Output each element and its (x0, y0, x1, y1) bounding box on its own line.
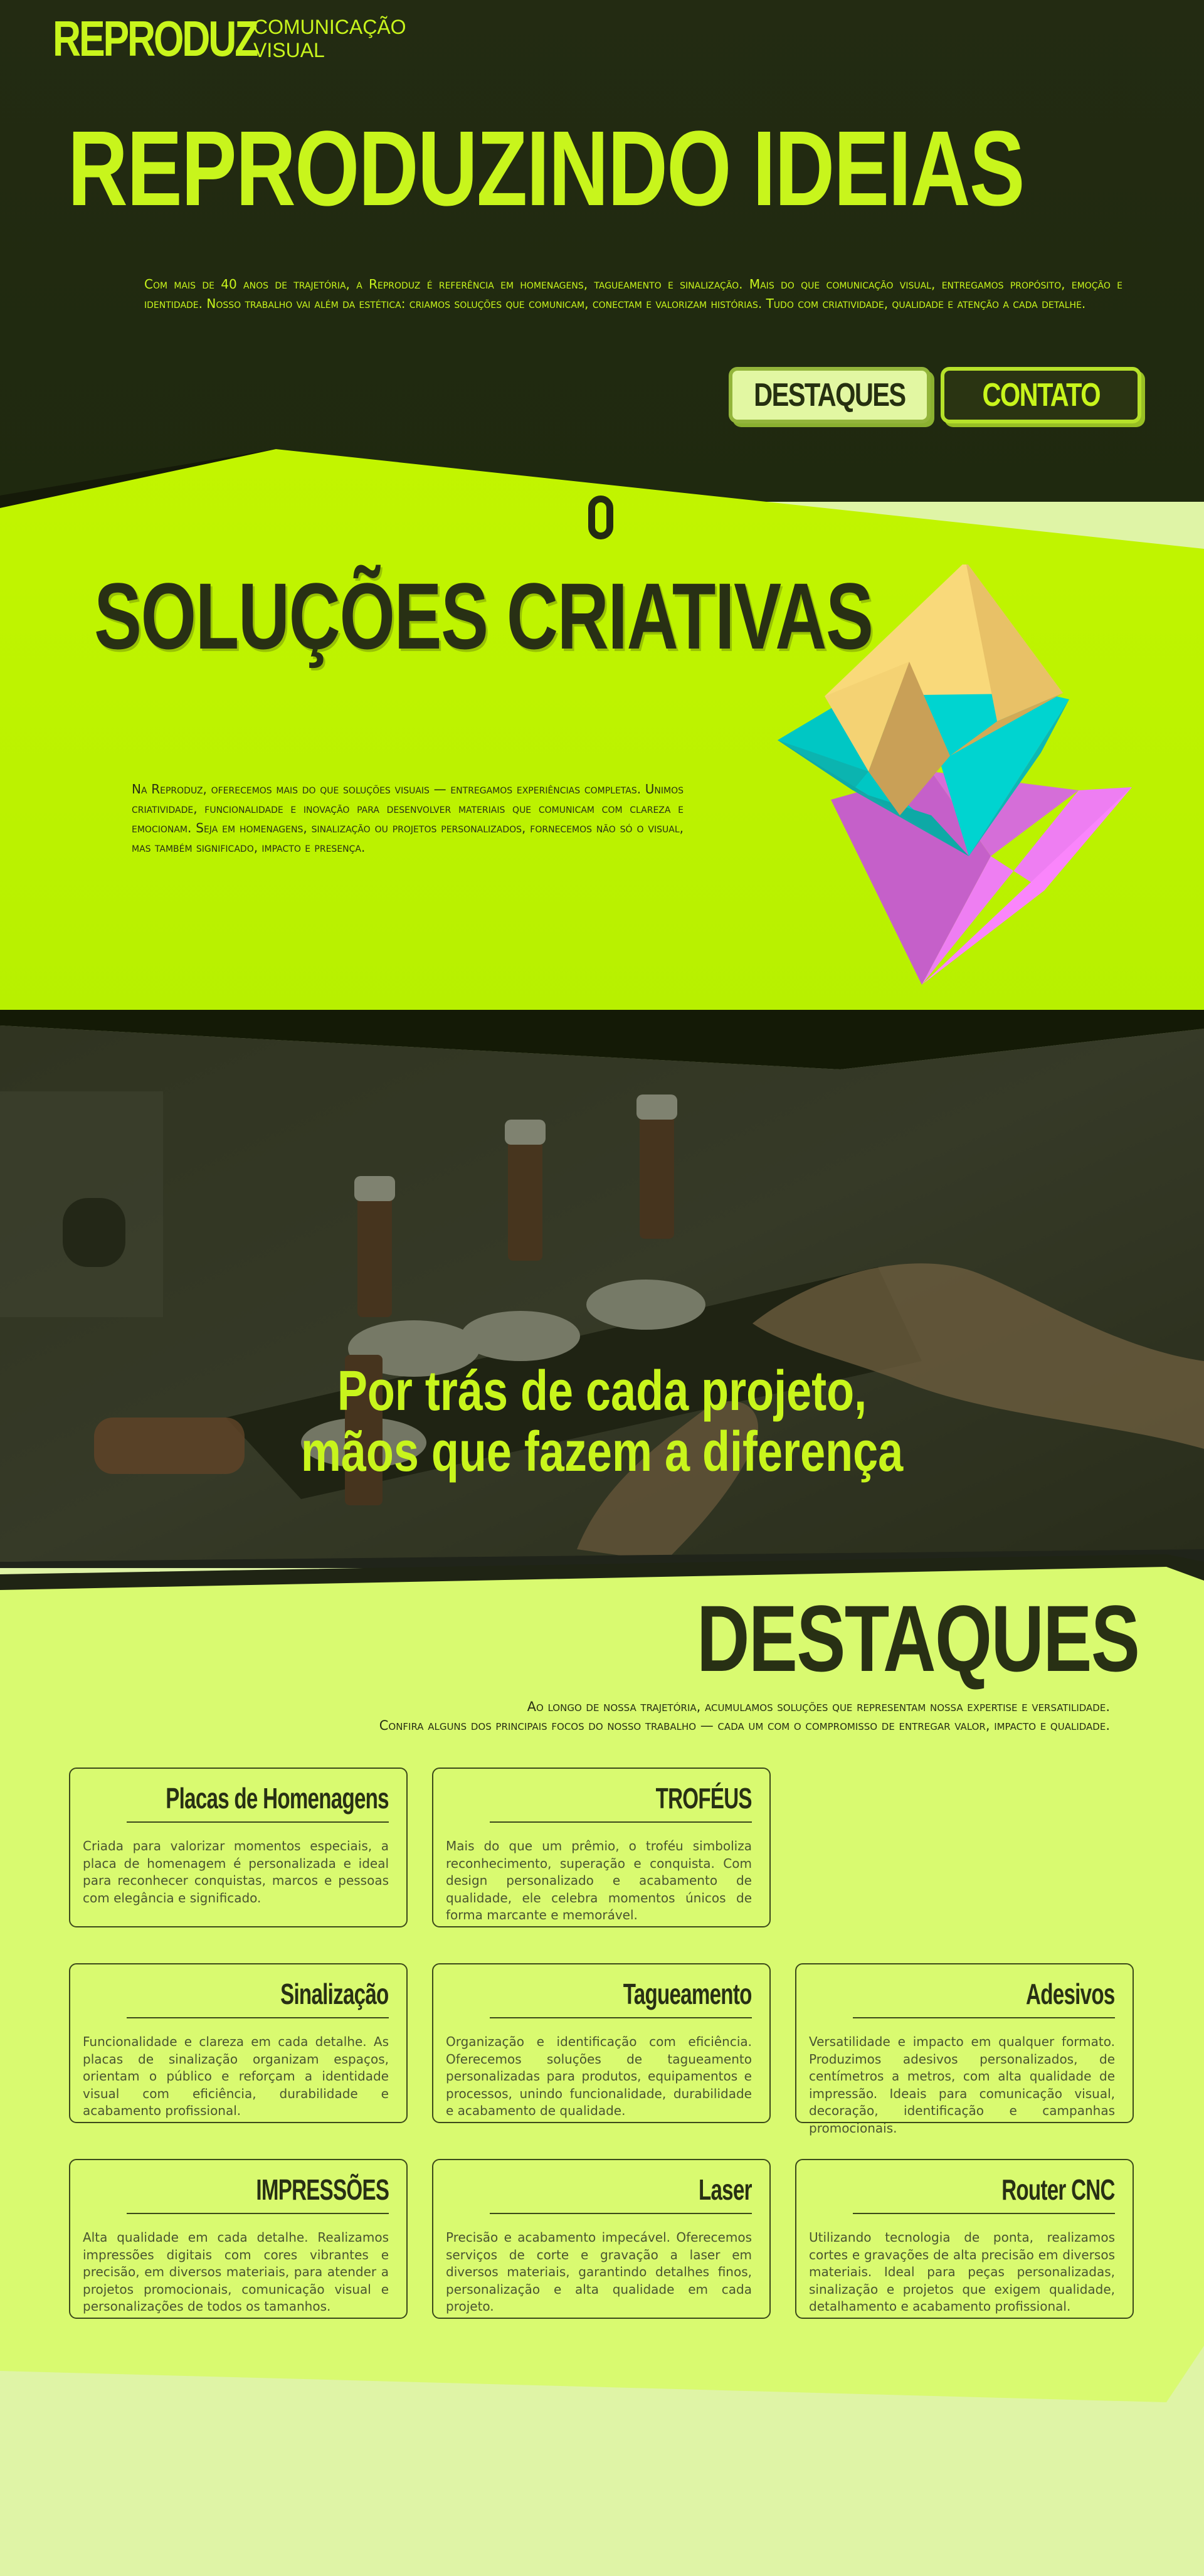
card-divider (127, 2213, 389, 2214)
destaques-intro-line-2: Confira alguns dos principais focos do n… (379, 1718, 1110, 1734)
destaques-button[interactable]: DESTAQUES (729, 367, 931, 423)
destaques-intro: Ao longo de nossa trajetória, acumulamos… (44, 1697, 1110, 1736)
card-divider (853, 2213, 1115, 2214)
card-divider (127, 2017, 389, 2018)
card-title: IMPRESSÕES (256, 2173, 389, 2206)
photo-headline: Por trás de cada projeto, mãos que fazem… (0, 1360, 1204, 1484)
card-title: TROFÉUS (655, 1782, 752, 1815)
card-placas-de-homenagens[interactable]: Placas de Homenagens Criada para valoriz… (69, 1768, 408, 1927)
hero-title: REPRODUZINDO IDEIAS (68, 109, 1025, 228)
card-title: Adesivos (1026, 1978, 1115, 2010)
contato-button[interactable]: CONTATO (941, 367, 1141, 423)
card-trofeus[interactable]: TROFÉUS Mais do que um prêmio, o troféu … (432, 1768, 771, 1927)
card-description: Criada para valorizar momentos especiais… (83, 1838, 389, 1905)
card-description: Funcionalidade e clareza em cada detalhe… (83, 2034, 389, 2119)
card-title: Laser (699, 2173, 752, 2206)
hero-section: REPRODUZ COMUNICAÇÃO VISUAL REPRODUZINDO… (0, 0, 1204, 502)
card-adesivos[interactable]: Adesivos Versatilidade e impacto em qual… (795, 1963, 1134, 2136)
card-divider (853, 2017, 1115, 2018)
photo-headline-line-2: mãos que fazem a diferença (300, 1421, 904, 1484)
logo-subtitle: COMUNICAÇÃO VISUAL (253, 16, 406, 62)
destaques-button-label: DESTAQUES (754, 377, 906, 413)
card-description: Organização e identificação com eficiênc… (446, 2034, 752, 2119)
card-divider (490, 1821, 752, 1823)
card-sinalizacao[interactable]: Sinalização Funcionalidade e clareza em … (69, 1963, 408, 2123)
card-description: Mais do que um prêmio, o troféu simboliz… (446, 1838, 752, 1923)
logo-wordmark: REPRODUZ (53, 11, 258, 66)
logo-subtitle-line-2: VISUAL (253, 39, 325, 61)
logo[interactable]: REPRODUZ COMUNICAÇÃO VISUAL (53, 14, 406, 64)
card-router-cnc[interactable]: Router CNC Utilizando tecnologia de pont… (795, 2159, 1134, 2319)
geometric-cube-illustration (778, 564, 1132, 985)
card-divider (127, 1821, 389, 1823)
card-description: Alta qualidade em cada detalhe. Realizam… (83, 2230, 389, 2314)
card-description: Precisão e acabamento impecável. Oferece… (446, 2230, 752, 2314)
logo-subtitle-line-1: COMUNICAÇÃO (253, 16, 406, 39)
card-title: Tagueamento (623, 1978, 752, 2010)
destaques-title: DESTAQUES (696, 1586, 1140, 1691)
card-description: Utilizando tecnologia de ponta, realizam… (809, 2230, 1115, 2314)
destaques-intro-line-1: Ao longo de nossa trajetória, acumulamos… (527, 1699, 1110, 1714)
card-divider (490, 2017, 752, 2018)
hero-description: Com mais de 40 anos de trajetória, a Rep… (144, 277, 1122, 311)
card-divider (490, 2213, 752, 2214)
card-impressoes[interactable]: IMPRESSÕES Alta qualidade em cada detalh… (69, 2159, 408, 2319)
card-title: Placas de Homenagens (166, 1782, 389, 1815)
zero-glyph (588, 496, 613, 539)
card-tagueamento[interactable]: Tagueamento Organização e identificação … (432, 1963, 771, 2123)
card-description: Versatilidade e impacto em qualquer form… (809, 2034, 1115, 2136)
contato-button-label: CONTATO (982, 377, 1101, 413)
card-laser[interactable]: Laser Precisão e acabamento impecável. O… (432, 2159, 771, 2319)
card-title: Router CNC (1001, 2173, 1116, 2206)
workshop-photo (0, 1010, 1204, 1568)
photo-headline-line-1: Por trás de cada projeto, (337, 1360, 867, 1423)
solucoes-description: Na Reproduz, oferecemos mais do que solu… (132, 782, 684, 855)
card-title: Sinalização (280, 1978, 389, 2010)
